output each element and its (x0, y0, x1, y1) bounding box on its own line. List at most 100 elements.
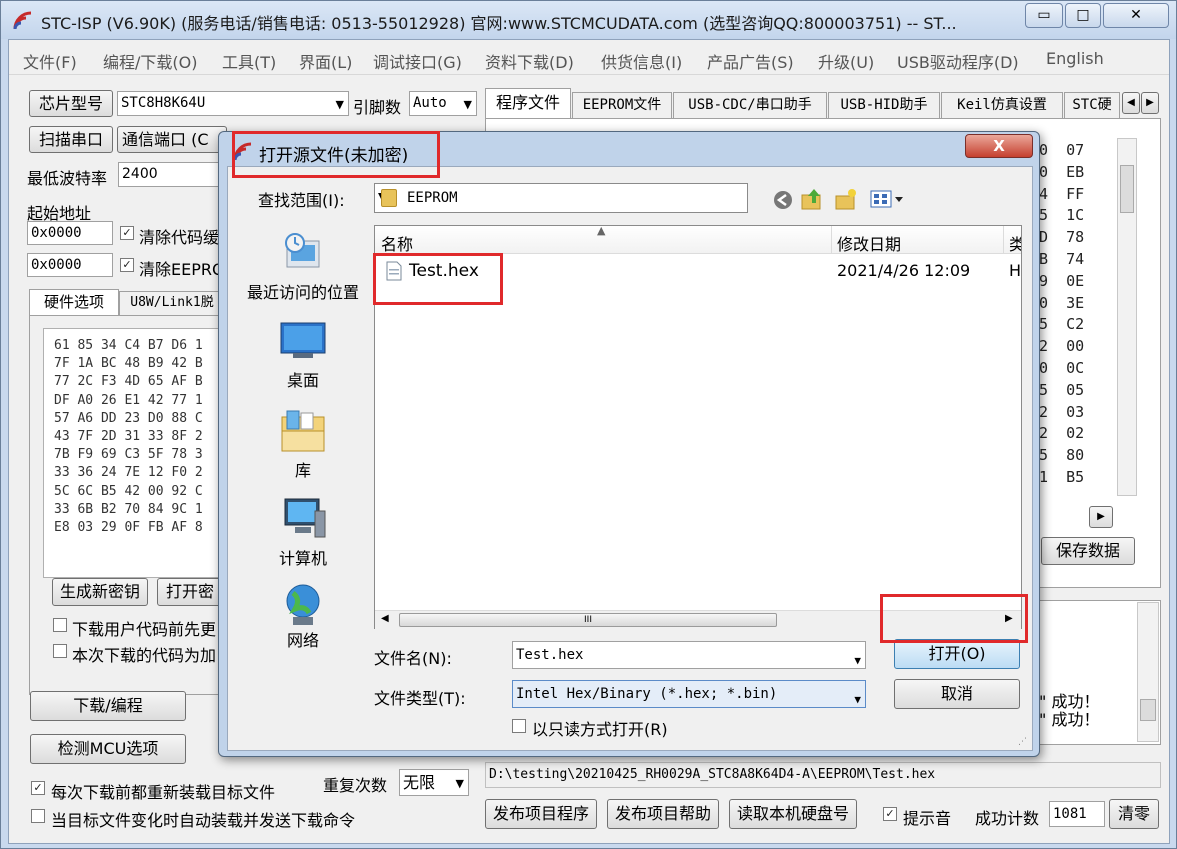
resize-grip-icon[interactable]: ⋰ (1018, 737, 1027, 747)
back-icon[interactable] (772, 189, 794, 211)
menu-ads[interactable]: 产品广告(S) (707, 49, 794, 73)
menu-upgrade[interactable]: 升级(U) (818, 49, 874, 73)
folder-icon (381, 189, 397, 207)
menu-usb-driver[interactable]: USB驱动程序(D) (897, 49, 1019, 73)
tab-program-file[interactable]: 程序文件 (485, 88, 571, 118)
publish-project-button[interactable]: 发布项目程序 (485, 799, 597, 829)
new-folder-icon[interactable] (834, 187, 858, 211)
tab-hardware-options[interactable]: 硬件选项 (29, 289, 119, 315)
place-libraries[interactable]: 库 (238, 409, 368, 481)
scroll-right-icon[interactable]: ▶ (1005, 613, 1013, 624)
file-name-input[interactable]: Test.hex ▼ (512, 641, 866, 669)
cancel-button[interactable]: 取消 (894, 679, 1020, 709)
close-button[interactable]: ✕ (1103, 3, 1169, 28)
place-computer[interactable]: 计算机 (238, 497, 368, 569)
publish-help-button[interactable]: 发布项目帮助 (607, 799, 719, 829)
menu-program[interactable]: 编程/下载(O) (103, 49, 197, 73)
chip-model-button[interactable]: 芯片型号 (29, 90, 113, 117)
chevron-down-icon: ▼ (854, 654, 861, 667)
place-desktop[interactable]: 桌面 (238, 321, 368, 391)
dialog-close-button[interactable]: X (965, 134, 1033, 158)
hex-line: DF A0 26 E1 42 77 1 (54, 392, 203, 408)
up-folder-icon[interactable] (800, 187, 824, 211)
success-count-value: 1081 (1049, 801, 1105, 827)
start-address-input-1[interactable]: 0x0000 (27, 221, 113, 245)
look-in-select[interactable]: EEPROM ▼ (374, 183, 748, 213)
file-type-select[interactable]: Intel Hex/Binary (*.hex; *.bin) ▼ (512, 680, 866, 708)
tab-u8w-link1[interactable]: U8W/Link1脱 (119, 291, 225, 315)
chip-model-select[interactable]: STC8H8K64U ▼ (117, 91, 349, 116)
detect-mcu-button[interactable]: 检测MCU选项 (30, 734, 186, 764)
auto-load-checkbox[interactable] (31, 809, 45, 823)
read-disk-button[interactable]: 读取本机硬盘号 (729, 799, 857, 829)
clear-code-label: 清除代码缓 (139, 228, 220, 247)
hex-line: E8 03 29 0F FB AF 8 (54, 520, 203, 536)
download-program-button[interactable]: 下载/编程 (30, 691, 186, 721)
open-button[interactable]: 打开(O) (894, 639, 1020, 669)
pin-count-select[interactable]: Auto ▼ (409, 91, 477, 116)
column-name[interactable]: 名称 (381, 231, 413, 255)
beep-checkbox[interactable]: ✓ (883, 807, 897, 821)
reload-checkbox[interactable]: ✓ (31, 781, 45, 795)
chevron-down-icon: ▼ (463, 98, 472, 111)
file-type-label: 文件类型(T): (374, 689, 466, 708)
maximize-button[interactable]: □ (1065, 3, 1101, 28)
menu-tools[interactable]: 工具(T) (222, 49, 276, 73)
tab-scroll-right-icon[interactable]: ▶ (1141, 92, 1159, 114)
place-network[interactable]: 网络 (238, 583, 368, 651)
clear-eeprom-label: 清除EEPRO (139, 260, 225, 279)
column-type[interactable]: 类 (1009, 231, 1021, 255)
scroll-left-icon[interactable]: ◀ (381, 613, 389, 624)
menu-docs[interactable]: 资料下载(D) (485, 49, 574, 73)
scan-port-button[interactable]: 扫描串口 (29, 126, 113, 153)
column-divider (1003, 226, 1004, 254)
file-list-hscrollbar[interactable]: ◀ III ▶ (375, 610, 1021, 629)
min-baud-select[interactable]: 2400 (118, 162, 222, 187)
file-row[interactable]: Test.hex 2021/4/26 12:09 H (375, 256, 1021, 286)
success-count-label: 成功计数 (975, 809, 1040, 828)
tab-stc-hw[interactable]: STC硬 (1064, 92, 1120, 118)
tab-keil-sim[interactable]: Keil仿真设置 (941, 92, 1063, 118)
scroll-thumb[interactable] (1120, 165, 1134, 213)
comm-port-button[interactable]: 通信端口 (C (117, 126, 227, 153)
repeat-count-value: 无限 (403, 773, 436, 792)
tab-eeprom-file[interactable]: EEPROM文件 (572, 92, 672, 118)
dialog-body: 查找范围(I): EEPROM ▼ 最近访问的位置 桌面 库 (227, 166, 1033, 751)
sort-up-icon: ▲ (597, 224, 606, 237)
file-type-value: Intel Hex/Binary (*.hex; *.bin) (516, 686, 778, 702)
start-address-input-2[interactable]: 0x0000 (27, 253, 113, 277)
look-in-value: EEPROM (407, 190, 458, 206)
option1-checkbox[interactable] (53, 618, 67, 632)
repeat-count-select[interactable]: 无限 ▼ (399, 769, 469, 796)
menu-debug[interactable]: 调试接口(G) (373, 49, 462, 73)
menu-english[interactable]: English (1046, 49, 1104, 68)
file-name-label: 文件名(N): (374, 649, 452, 668)
save-data-button[interactable]: 保存数据 (1041, 537, 1135, 565)
clear-count-button[interactable]: 清零 (1109, 799, 1159, 829)
desktop-icon (280, 322, 326, 358)
hscroll-thumb[interactable]: III (399, 613, 777, 627)
tab-usb-cdc[interactable]: USB-CDC/串口助手 (673, 92, 827, 118)
menu-supply[interactable]: 供货信息(I) (601, 49, 682, 73)
generate-key-button[interactable]: 生成新密钥 (52, 578, 148, 606)
read-only-checkbox[interactable] (512, 719, 526, 733)
tab-scroll-left-icon[interactable]: ◀ (1122, 92, 1140, 114)
minimize-button[interactable]: ▭ (1025, 3, 1063, 28)
menu-interface[interactable]: 界面(L) (299, 49, 352, 73)
view-menu-icon[interactable] (870, 189, 906, 209)
hex-line: 57 A6 DD 23 D0 88 C (54, 410, 203, 426)
repeat-count-label: 重复次数 (323, 776, 388, 795)
hex-scrollbar[interactable] (1117, 138, 1137, 496)
column-modified-date[interactable]: 修改日期 (837, 231, 901, 255)
clear-code-checkbox[interactable]: ✓ (120, 226, 134, 240)
tab-usb-hid[interactable]: USB-HID助手 (828, 92, 940, 118)
hex-line: 7B F9 69 C3 5F 78 3 (54, 447, 203, 463)
menu-file[interactable]: 文件(F) (23, 49, 77, 73)
place-recent[interactable]: 最近访问的位置 (238, 231, 368, 303)
clear-eeprom-checkbox[interactable]: ✓ (120, 258, 134, 272)
option2-checkbox[interactable] (53, 644, 67, 658)
log-scrollbar[interactable] (1137, 602, 1159, 742)
log-scroll-thumb[interactable] (1140, 699, 1156, 721)
scroll-right-icon[interactable]: ▶ (1089, 506, 1113, 528)
menu-bar: 文件(F) 编程/下载(O) 工具(T) 界面(L) 调试接口(G) 资料下载(… (9, 40, 1169, 75)
